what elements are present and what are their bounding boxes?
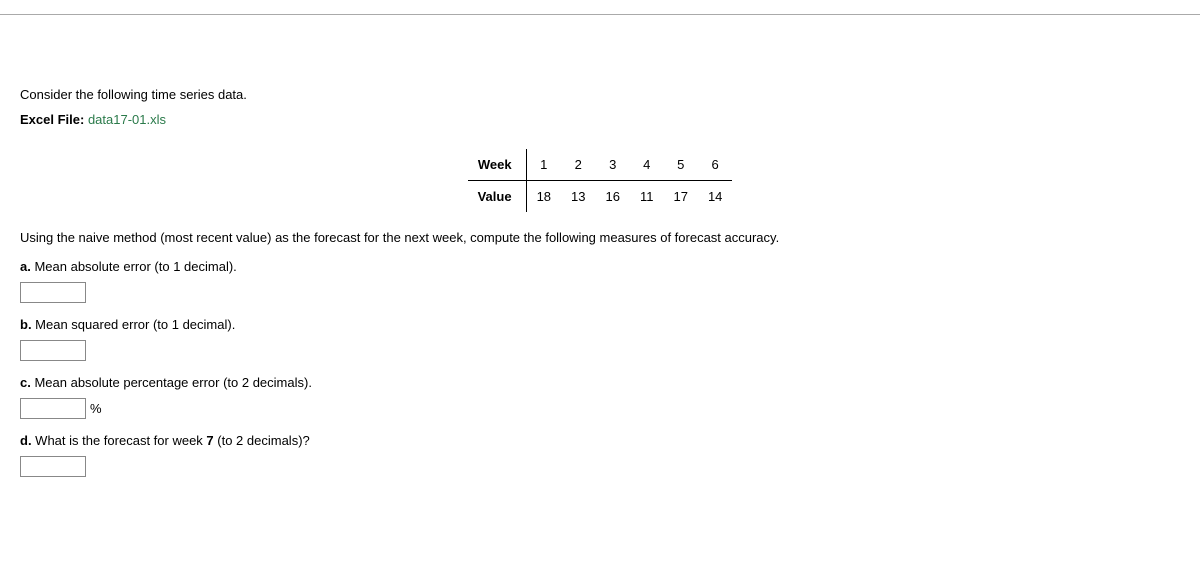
value-cell: 14 [698, 181, 732, 213]
answer-d-row [20, 456, 1180, 477]
question-d-text-post: (to 2 decimals)? [214, 433, 310, 448]
week-cell: 2 [561, 149, 595, 181]
answer-a-input[interactable] [20, 282, 86, 303]
week-cell: 6 [698, 149, 732, 181]
week-label: Week [468, 149, 526, 181]
answer-d-input[interactable] [20, 456, 86, 477]
question-a-letter: a. [20, 259, 31, 274]
week-cell: 5 [663, 149, 697, 181]
week-cell: 1 [526, 149, 561, 181]
excel-label: Excel File: [20, 112, 84, 127]
value-cell: 18 [526, 181, 561, 213]
excel-file-link[interactable]: data17-01.xls [88, 112, 166, 127]
question-d-bold: 7 [206, 433, 213, 448]
question-b-letter: b. [20, 317, 32, 332]
value-cell: 16 [596, 181, 630, 213]
week-cell: 3 [596, 149, 630, 181]
question-d: d. What is the forecast for week 7 (to 2… [20, 433, 1180, 448]
problem-content: Consider the following time series data.… [0, 15, 1200, 477]
question-b: b. Mean squared error (to 1 decimal). [20, 317, 1180, 332]
question-c: c. Mean absolute percentage error (to 2 … [20, 375, 1180, 390]
table-row: Value 18 13 16 11 17 14 [468, 181, 733, 213]
question-a: a. Mean absolute error (to 1 decimal). [20, 259, 1180, 274]
question-c-text: Mean absolute percentage error (to 2 dec… [31, 375, 312, 390]
question-d-letter: d. [20, 433, 32, 448]
answer-a-row [20, 282, 1180, 303]
question-b-text: Mean squared error (to 1 decimal). [32, 317, 236, 332]
excel-file-line: Excel File: data17-01.xls [20, 112, 1180, 127]
answer-c-row: % [20, 398, 1180, 419]
value-label: Value [468, 181, 526, 213]
week-cell: 4 [630, 149, 664, 181]
intro-text: Consider the following time series data. [20, 87, 1180, 102]
question-a-text: Mean absolute error (to 1 decimal). [31, 259, 237, 274]
instruction-text: Using the naive method (most recent valu… [20, 230, 1180, 245]
question-d-text-pre: What is the forecast for week [32, 433, 207, 448]
percent-unit: % [90, 401, 102, 416]
time-series-table: Week 1 2 3 4 5 6 Value 18 13 16 11 17 14 [468, 149, 733, 212]
question-c-letter: c. [20, 375, 31, 390]
answer-b-input[interactable] [20, 340, 86, 361]
value-cell: 13 [561, 181, 595, 213]
table-row: Week 1 2 3 4 5 6 [468, 149, 733, 181]
value-cell: 17 [663, 181, 697, 213]
value-cell: 11 [630, 181, 664, 213]
answer-c-input[interactable] [20, 398, 86, 419]
answer-b-row [20, 340, 1180, 361]
